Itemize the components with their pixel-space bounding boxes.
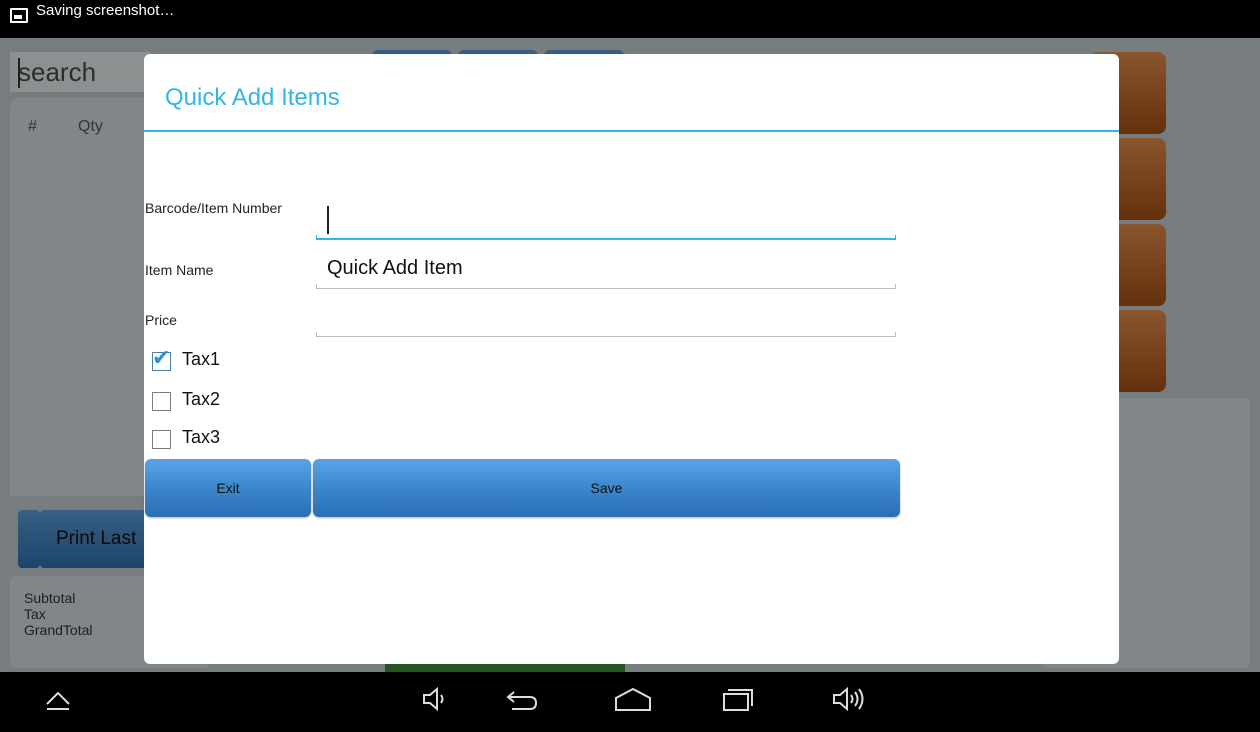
title-divider [144,130,1119,132]
back-icon[interactable] [502,684,542,718]
tax3-label: Tax3 [182,427,221,447]
home-icon[interactable] [610,684,656,718]
save-button[interactable]: Save [313,459,900,517]
navigation-bar [0,672,1260,732]
item-name-label: Item Name [145,262,214,278]
tax1-label: Tax1 [182,349,221,369]
input-underline [316,332,896,337]
exit-button[interactable]: Exit [145,459,311,517]
price-label: Price [145,312,177,328]
tax2-label: Tax2 [182,389,221,409]
tax3-checkbox[interactable] [152,430,171,449]
up-arrow-icon[interactable] [38,684,78,718]
text-cursor [327,206,329,234]
quick-add-dialog: Quick Add Items Barcode/Item Number Item… [144,54,1119,664]
input-underline [316,284,896,289]
image-icon [10,8,28,23]
volume-up-icon[interactable] [828,684,870,718]
barcode-input[interactable] [316,200,896,240]
tax2-checkbox[interactable] [152,392,171,411]
status-bar: Saving screenshot… [0,0,1260,38]
input-underline [316,235,896,240]
status-notification-text: Saving screenshot… [36,2,175,19]
item-name-input[interactable]: Quick Add Item [316,249,896,289]
dialog-title: Quick Add Items [165,84,340,111]
barcode-label: Barcode/Item Number [145,200,282,216]
price-input[interactable] [316,297,896,337]
recent-apps-icon[interactable] [718,684,758,718]
tax1-checkbox[interactable]: ✔ [152,347,171,371]
item-name-value: Quick Add Item [327,257,463,279]
volume-down-icon[interactable] [415,684,455,718]
checkmark-icon: ✔ [152,345,171,370]
